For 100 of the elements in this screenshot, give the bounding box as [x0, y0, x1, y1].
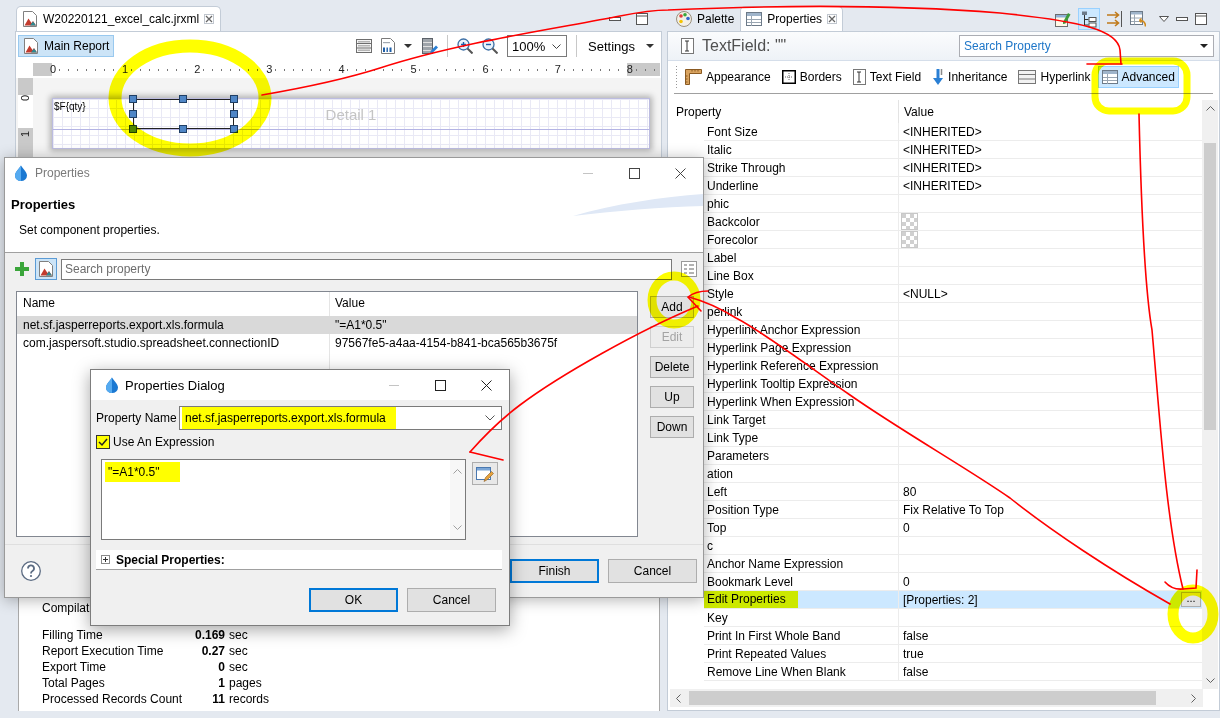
property-row[interactable]: Print Repeated Values true [704, 645, 1202, 663]
scrollbar-thumb[interactable] [689, 691, 1156, 705]
caret-icon[interactable] [646, 44, 654, 48]
property-name: Print Repeated Values [707, 646, 827, 661]
expression-editor-button[interactable] [472, 462, 498, 485]
property-row[interactable]: Backcolor [704, 213, 1202, 231]
action-button[interactable]: Up [650, 386, 694, 408]
scroll-up-icon[interactable] [1205, 106, 1215, 111]
property-value: 80 [903, 484, 917, 499]
minimize-icon[interactable] [1176, 16, 1188, 21]
zoom-in-icon[interactable] [457, 38, 473, 54]
maximize-icon[interactable] [1195, 12, 1207, 25]
caret-icon[interactable] [1200, 44, 1208, 48]
close-icon[interactable] [480, 379, 492, 391]
property-row[interactable]: Anchor Name Expression [704, 555, 1202, 573]
resize-handle[interactable] [179, 95, 187, 103]
tree-icon[interactable] [1078, 7, 1100, 30]
color-swatch-icon[interactable] [901, 213, 918, 230]
expand-icon[interactable] [101, 555, 110, 564]
dialog-button[interactable]: Finish [510, 559, 599, 583]
stat-value: 11 [211, 691, 225, 707]
action-button[interactable]: Down [650, 416, 694, 438]
dialog-button[interactable]: Cancel [407, 588, 496, 612]
property-name: c [707, 538, 713, 553]
image-icon[interactable] [35, 258, 57, 280]
editor-tab[interactable]: W20220121_excel_calc.jrxml [16, 6, 222, 31]
section-tab[interactable]: Inheritance [928, 65, 1012, 88]
checkbox[interactable] [96, 435, 110, 449]
property-row[interactable]: Top 0 [704, 519, 1202, 537]
property-value: <INHERITED> [903, 124, 982, 139]
property-name-dropdown[interactable]: net.sf.jasperreports.export.xls.formula [179, 406, 502, 430]
property-row[interactable]: Hyperlink Anchor Expression [704, 321, 1202, 339]
dialog-button[interactable]: Cancel [608, 559, 697, 583]
property-row[interactable]: Style <NULL> [704, 285, 1202, 303]
section-tab[interactable]: Borders [777, 65, 846, 88]
main-report-button[interactable]: Main Report [18, 35, 115, 57]
minimize-icon[interactable] [609, 16, 621, 21]
property-row[interactable]: Font Size <INHERITED> [704, 123, 1202, 141]
property-row[interactable]: Underline <INHERITED> [704, 177, 1202, 195]
database-edit-icon[interactable] [421, 38, 438, 54]
property-row[interactable]: Left 80 [704, 483, 1202, 501]
dialog-button[interactable]: OK [309, 588, 398, 612]
scroll-down-icon[interactable] [1205, 678, 1215, 683]
checkbox-label[interactable]: Use An Expression [113, 435, 215, 449]
bands-icon[interactable] [356, 39, 372, 53]
property-row[interactable]: Link Type [704, 429, 1202, 447]
ruler-number: 1 [19, 130, 32, 138]
search-field[interactable]: Search Property [959, 35, 1214, 57]
property-row[interactable]: Italic <INHERITED> [704, 141, 1202, 159]
close-icon[interactable] [674, 167, 686, 179]
view-tab[interactable]: Palette [670, 6, 741, 31]
maximize-icon[interactable] [636, 12, 648, 25]
property-row[interactable]: Forecolor [704, 231, 1202, 249]
zoom-out-icon[interactable] [482, 38, 498, 54]
action-button[interactable]: Delete [650, 356, 694, 378]
binary-page-icon[interactable] [381, 38, 395, 54]
table-undo-icon[interactable] [1130, 10, 1146, 27]
section-tab[interactable]: Text Field [848, 65, 926, 88]
arrows-icon[interactable] [1107, 10, 1123, 27]
property-row[interactable]: c [704, 537, 1202, 555]
property-row[interactable]: phic [704, 195, 1202, 213]
property-row[interactable]: ation [704, 465, 1202, 483]
text-field-element[interactable] [129, 95, 238, 133]
property-row[interactable]: Line Box [704, 267, 1202, 285]
property-row[interactable]: Edit Properties [Properties: 2] ... [704, 591, 1202, 609]
resize-handle[interactable] [179, 125, 187, 133]
property-row[interactable]: Position Type Fix Relative To Top [704, 501, 1202, 519]
property-row[interactable]: Remove Line When Blank false [704, 663, 1202, 681]
section-tab[interactable]: Hyperlink [1014, 65, 1095, 88]
property-row[interactable]: Link Target [704, 411, 1202, 429]
scroll-right-icon[interactable] [1191, 693, 1196, 703]
horizontal-scrollbar[interactable] [670, 689, 1203, 707]
add-icon[interactable] [15, 262, 29, 276]
section-tab[interactable]: Appearance [681, 65, 775, 88]
table-row[interactable]: com.jaspersoft.studio.spreadsheet.connectionID 97567fe5-a4aa-4154-b841-bca565b3675f [17, 334, 637, 352]
zoom-dropdown[interactable]: 100% [507, 35, 567, 57]
property-row[interactable]: Label [704, 249, 1202, 267]
help-icon[interactable] [21, 561, 41, 581]
property-row[interactable]: Hyperlink When Expression [704, 393, 1202, 411]
property-row[interactable]: Strike Through <INHERITED> [704, 159, 1202, 177]
section-header[interactable]: Special Properties: [96, 550, 502, 570]
columns-icon[interactable] [681, 261, 697, 277]
view-menu-icon[interactable] [1159, 15, 1169, 22]
vertical-scrollbar[interactable] [1202, 100, 1218, 689]
property-row[interactable]: Print In First Whole Band false [704, 627, 1202, 645]
settings-button[interactable]: Settings [586, 35, 637, 57]
scrollbar-thumb[interactable] [1204, 143, 1216, 430]
table-row[interactable]: net.sf.jasperreports.export.xls.formula "=A1*0.5" [17, 316, 637, 334]
color-swatch-icon[interactable] [901, 231, 918, 248]
maximize-icon[interactable] [434, 379, 446, 391]
view-tab[interactable]: Properties [740, 6, 844, 31]
property-row[interactable]: Parameters [704, 447, 1202, 465]
section-tab[interactable]: Advanced [1097, 65, 1179, 88]
property-name: Italic [707, 142, 732, 157]
maximize-icon[interactable] [628, 167, 640, 179]
scroll-left-icon[interactable] [676, 693, 681, 703]
property-row[interactable]: Key [704, 609, 1202, 627]
search-field[interactable]: Search property [61, 258, 672, 280]
property-name: Strike Through [707, 160, 786, 175]
caret-icon[interactable] [404, 44, 412, 48]
